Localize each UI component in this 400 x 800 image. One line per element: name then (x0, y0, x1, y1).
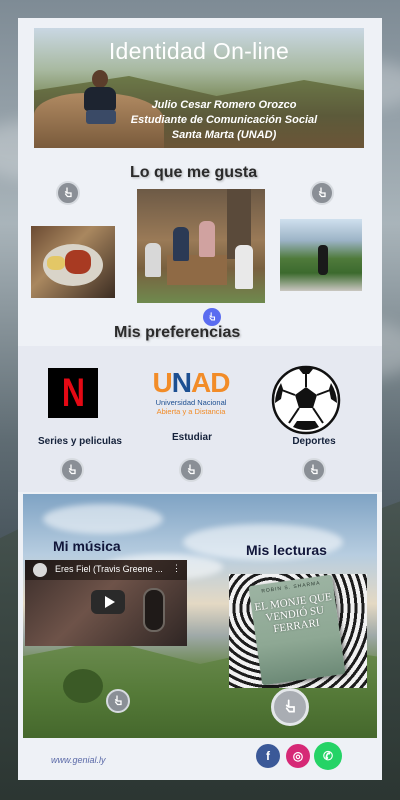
profile-role: Estudiante de Comunicación Social (130, 114, 318, 126)
main-card: Identidad On-line Julio Cesar Romero Oro… (18, 18, 382, 780)
play-button[interactable] (91, 590, 125, 614)
food-photo[interactable] (31, 226, 115, 298)
unad-logo-text: UNAD (152, 367, 231, 398)
facebook-icon[interactable]: f (256, 744, 280, 768)
touch-button-reading[interactable] (271, 688, 309, 726)
profile-name: Julio Cesar Romero Orozco (151, 99, 297, 111)
video-title: Eres Fiel (Travis Greene ... (55, 564, 163, 574)
profile-subtitle: Julio Cesar Romero Orozco Estudiante de … (124, 98, 324, 143)
hand-pointer-icon (285, 699, 295, 713)
netflix-logo: N (48, 368, 98, 418)
microphone-image (143, 588, 165, 632)
hand-pointer-icon (318, 187, 326, 198)
touch-button-study[interactable] (179, 458, 203, 482)
netflix-logo-text: N (61, 371, 85, 415)
page-title: Identidad On-line (108, 38, 290, 64)
music-title: Mi música (53, 538, 121, 554)
pref-label-study: Estudiar (171, 432, 212, 443)
unad-logo-line2: Abierta y a Distancia (156, 407, 226, 416)
soccer-ball-icon (271, 365, 341, 435)
book-cover: ROBIN S. SHARMA EL MONJE QUE VENDIÓ SU F… (248, 574, 346, 686)
book-title: EL MONJE QUE VENDIÓ SU FERRARI (253, 590, 333, 636)
genially-link[interactable]: www.genial.ly (51, 755, 106, 765)
profile-location: Santa Marta (UNAD) (171, 129, 277, 141)
instagram-icon[interactable]: ◎ (286, 744, 310, 768)
header-banner: Identidad On-line Julio Cesar Romero Oro… (34, 28, 364, 148)
likes-title: Lo que me gusta (130, 164, 258, 181)
touch-button-series[interactable] (60, 458, 84, 482)
preferences-title: Mis preferencias (114, 324, 241, 341)
play-icon (104, 596, 115, 608)
touch-button-food[interactable] (56, 181, 80, 205)
unad-logo: UNAD Universidad Nacional Abierta y a Di… (151, 368, 231, 430)
group-photo[interactable] (137, 189, 265, 303)
more-options-icon[interactable]: ⋮ (172, 563, 181, 574)
hand-pointer-icon (187, 464, 195, 475)
touch-button-park[interactable] (310, 181, 334, 205)
book-photo[interactable]: ROBIN S. SHARMA EL MONJE QUE VENDIÓ SU F… (229, 574, 367, 688)
touch-button-sports[interactable] (302, 458, 326, 482)
whatsapp-icon[interactable]: ✆ (314, 742, 342, 770)
youtube-video-player[interactable]: Eres Fiel (Travis Greene ... ⋮ (25, 560, 187, 646)
hand-pointer-icon (68, 464, 76, 475)
hand-pointer-icon (114, 695, 122, 706)
music-reading-panel: Mi música Mis lecturas Eres Fiel (Travis… (23, 494, 377, 738)
hand-pointer-icon (310, 464, 318, 475)
touch-button-music[interactable] (106, 689, 130, 713)
pref-label-series: Series y peliculas (38, 436, 122, 447)
profile-person-photo (78, 70, 122, 128)
reading-title: Mis lecturas (246, 542, 327, 558)
pref-label-sports: Deportes (292, 436, 336, 447)
hand-pointer-icon (209, 312, 216, 321)
channel-avatar (33, 563, 47, 577)
park-photo[interactable] (280, 219, 362, 291)
unad-logo-line1: Universidad Nacional (155, 398, 227, 407)
hand-pointer-icon (64, 187, 72, 198)
